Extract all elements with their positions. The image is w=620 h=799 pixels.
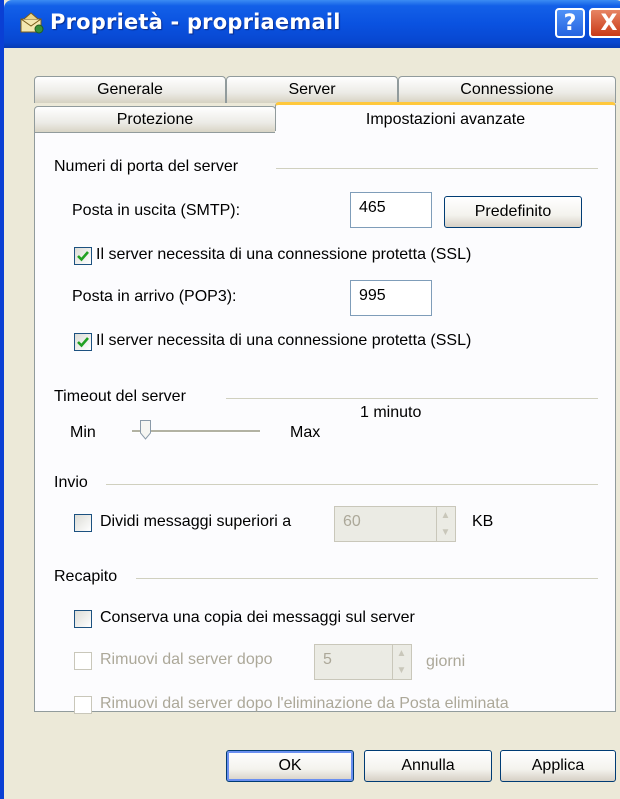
checkmark-icon [77,337,89,348]
spin-up-icon: ▲ [396,648,407,659]
timeout-group-label: Timeout del server [54,388,186,405]
smtp-ssl-label: Il server necessita di una connessione p… [96,246,472,263]
timeout-slider-thumb[interactable] [139,420,151,440]
cancel-button[interactable]: Annulla [364,750,492,782]
divider [106,484,598,485]
timeout-slider-track[interactable] [132,430,260,433]
spin-down-icon: ▼ [396,665,407,676]
smtp-label: Posta in uscita (SMTP): [72,202,241,219]
ok-button[interactable]: OK [226,750,354,782]
smtp-ssl-checkbox[interactable] [74,247,92,265]
divider [226,398,598,399]
remove-deleted-checkbox[interactable] [74,696,92,714]
spin-up-icon: ▲ [440,510,451,521]
keep-copy-label: Conserva una copia dei messaggi sul serv… [100,609,415,626]
panel-content: Numeri di porta del server Posta in usci… [4,0,620,799]
timeout-value-label: 1 minuto [360,404,422,421]
split-size-spinner[interactable]: ▲ ▼ [436,507,454,541]
delivery-group-label: Recapito [54,568,118,585]
pop3-label: Posta in arrivo (POP3): [72,288,237,305]
sending-group-label: Invio [54,474,88,491]
properties-dialog: Proprietà - propriaemail ? X Generale Se… [0,0,620,799]
pop3-port-input[interactable]: 995 [350,280,432,316]
default-button[interactable]: Predefinito [444,196,582,228]
divider [136,578,598,579]
split-unit-label: KB [472,513,494,530]
remove-after-days-value: 5 [323,651,332,668]
smtp-port-input[interactable]: 465 [350,192,432,228]
remove-after-unit-label: giorni [426,653,466,670]
remove-after-days-spinner[interactable]: ▲ ▼ [392,645,410,679]
split-messages-label: Dividi messaggi superiori a [100,513,292,530]
timeout-max-label: Max [290,424,321,441]
remove-after-checkbox[interactable] [74,652,92,670]
timeout-min-label: Min [70,424,96,441]
spin-down-icon: ▼ [440,527,451,538]
remove-after-label: Rimuovi dal server dopo [100,651,273,668]
checkmark-icon [77,251,89,262]
pop3-ssl-label: Il server necessita di una connessione p… [96,332,472,349]
pop3-ssl-checkbox[interactable] [74,333,92,351]
split-size-value: 60 [343,513,361,530]
apply-button[interactable]: Applica [500,750,616,782]
remove-deleted-label: Rimuovi dal server dopo l'eliminazione d… [100,695,509,712]
divider [276,168,598,169]
split-messages-checkbox[interactable] [74,514,92,532]
ports-group-label: Numeri di porta del server [54,158,239,175]
keep-copy-checkbox[interactable] [74,610,92,628]
